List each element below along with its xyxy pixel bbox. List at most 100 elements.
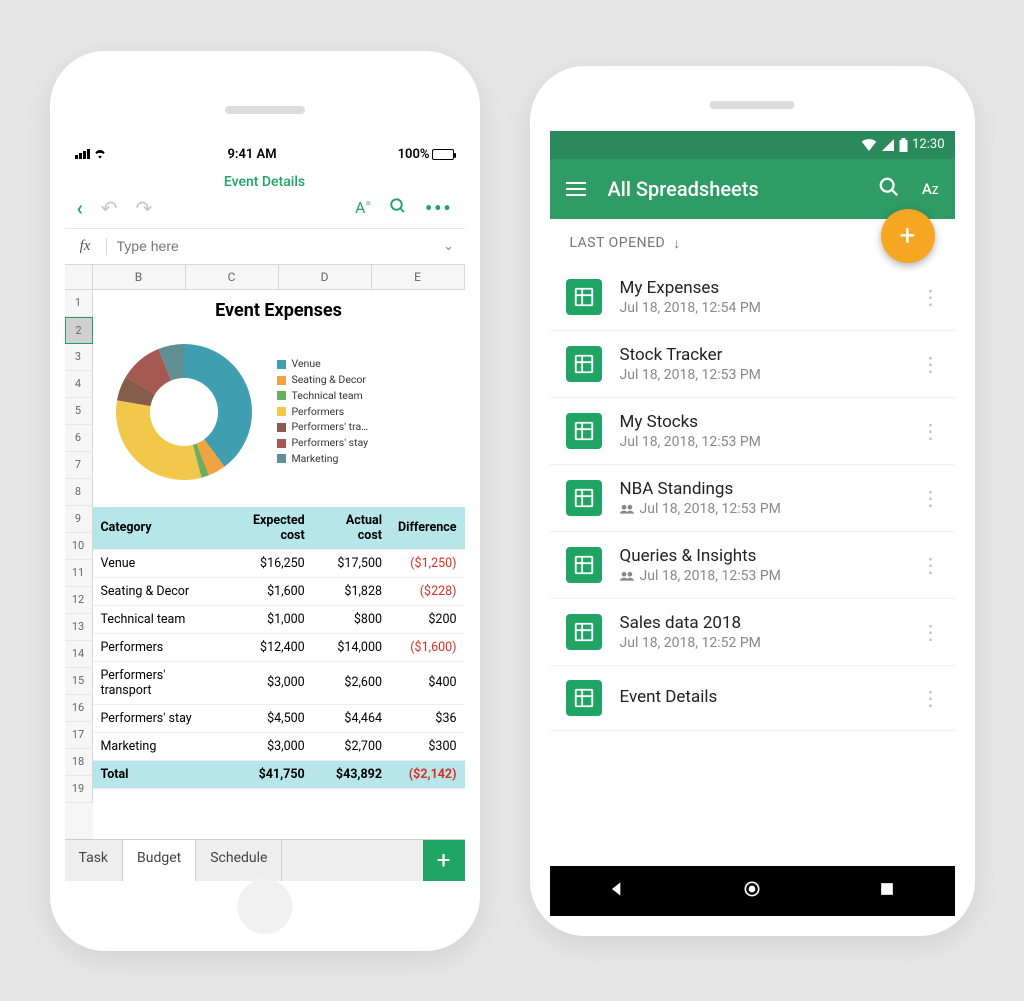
battery-pct: 100% <box>398 147 430 162</box>
battery-icon <box>432 149 454 160</box>
file-name: NBA Standings <box>620 479 903 499</box>
table-header: Difference <box>390 507 464 550</box>
file-list: My Expenses Jul 18, 2018, 12:54 PM ⋮ Sto… <box>550 264 955 866</box>
search-icon[interactable] <box>878 176 900 202</box>
android-navbar <box>550 866 955 916</box>
file-name: Sales data 2018 <box>620 613 903 633</box>
table-header: Actual cost <box>313 507 390 550</box>
file-name: Event Details <box>620 687 903 707</box>
sort-icon[interactable]: AZ <box>922 180 939 198</box>
row-header[interactable]: 3 <box>65 344 93 371</box>
more-vertical-icon[interactable]: ⋮ <box>921 419 939 443</box>
android-phone-frame: 12:30 All Spreadsheets AZ + LAST OPENED … <box>530 66 975 936</box>
chart-legend: VenueSeating & DecorTechnical teamPerfor… <box>277 356 369 466</box>
add-sheet-button[interactable]: + <box>423 840 465 881</box>
sheet-tab[interactable]: Schedule <box>196 840 282 881</box>
file-item[interactable]: Stock Tracker Jul 18, 2018, 12:53 PM ⋮ <box>550 331 955 398</box>
row-header[interactable]: 17 <box>65 722 93 749</box>
wifi-icon <box>93 149 107 159</box>
more-vertical-icon[interactable]: ⋮ <box>921 553 939 577</box>
formula-bar: fx ⌄ <box>65 229 465 265</box>
signal-icon <box>75 149 90 159</box>
col-e[interactable]: E <box>372 265 465 289</box>
home-button[interactable] <box>237 879 292 934</box>
row-header[interactable]: 15 <box>65 668 93 695</box>
back-icon[interactable]: ‹ <box>77 196 83 220</box>
legend-item: Seating & Decor <box>277 372 369 388</box>
table-row[interactable]: Marketing$3,000$2,700$300 <box>93 732 465 760</box>
row-header[interactable]: 18 <box>65 749 93 776</box>
row-header[interactable]: 13 <box>65 614 93 641</box>
more-vertical-icon[interactable]: ⋮ <box>921 486 939 510</box>
sheet-tab[interactable]: Budget <box>123 840 196 881</box>
file-item[interactable]: My Stocks Jul 18, 2018, 12:53 PM ⋮ <box>550 398 955 465</box>
nav-home-icon[interactable] <box>742 879 762 903</box>
spreadsheet-icon <box>566 480 602 516</box>
file-subtitle: Jul 18, 2018, 12:53 PM <box>620 568 903 584</box>
row-header[interactable]: 10 <box>65 533 93 560</box>
legend-item: Performers <box>277 404 369 420</box>
table-row[interactable]: Performers$12,400$14,000($1,600) <box>93 633 465 661</box>
nav-back-icon[interactable] <box>607 879 627 903</box>
file-name: My Expenses <box>620 278 903 298</box>
file-item[interactable]: Event Details ⋮ <box>550 666 955 731</box>
more-vertical-icon[interactable]: ⋮ <box>921 285 939 309</box>
row-header[interactable]: 7 <box>65 452 93 479</box>
more-icon[interactable]: ••• <box>425 196 453 220</box>
text-format-icon[interactable]: A= <box>355 198 371 217</box>
nav-recent-icon[interactable] <box>877 879 897 903</box>
file-item[interactable]: Sales data 2018 Jul 18, 2018, 12:52 PM ⋮ <box>550 599 955 666</box>
more-vertical-icon[interactable]: ⋮ <box>921 352 939 376</box>
row-header[interactable]: 6 <box>65 425 93 452</box>
spreadsheet-icon <box>566 680 602 716</box>
legend-item: Performers' stay <box>277 435 369 451</box>
legend-item: Venue <box>277 356 369 372</box>
row-header[interactable]: 12 <box>65 587 93 614</box>
col-d[interactable]: D <box>279 265 372 289</box>
table-row[interactable]: Technical team$1,000$800$200 <box>93 605 465 633</box>
col-c[interactable]: C <box>186 265 279 289</box>
file-subtitle: Jul 18, 2018, 12:52 PM <box>620 635 903 651</box>
spreadsheet-icon <box>566 346 602 382</box>
spreadsheet-icon <box>566 614 602 650</box>
add-fab[interactable]: + <box>881 209 935 263</box>
legend-item: Technical team <box>277 388 369 404</box>
row-header[interactable]: 14 <box>65 641 93 668</box>
row-header[interactable]: 19 <box>65 776 93 803</box>
ios-status-bar: 9:41 AM 100% <box>65 141 465 168</box>
row-header[interactable]: 4 <box>65 371 93 398</box>
table-row[interactable]: Venue$16,250$17,500($1,250) <box>93 549 465 577</box>
file-subtitle: Jul 18, 2018, 12:53 PM <box>620 434 903 450</box>
chevron-down-icon[interactable]: ⌄ <box>433 239 465 254</box>
appbar-title: All Spreadsheets <box>608 177 856 201</box>
android-appbar: All Spreadsheets AZ <box>550 159 955 219</box>
row-header[interactable]: 8 <box>65 479 93 506</box>
more-vertical-icon[interactable]: ⋮ <box>921 686 939 710</box>
sheet-tab[interactable]: Task <box>65 840 124 881</box>
row-header[interactable]: 16 <box>65 695 93 722</box>
row-header[interactable]: 1 <box>65 290 93 317</box>
undo-icon[interactable]: ↶ <box>101 196 118 220</box>
row-header[interactable]: 11 <box>65 560 93 587</box>
table-row[interactable]: Seating & Decor$1,600$1,828($228) <box>93 577 465 605</box>
more-vertical-icon[interactable]: ⋮ <box>921 620 939 644</box>
row-header[interactable]: 5 <box>65 398 93 425</box>
formula-input[interactable] <box>107 238 433 254</box>
row-header[interactable]: 2 <box>65 317 93 344</box>
file-item[interactable]: Queries & Insights Jul 18, 2018, 12:53 P… <box>550 532 955 599</box>
table-row[interactable]: Performers' stay$4,500$4,464$36 <box>93 704 465 732</box>
table-header: Category <box>93 507 221 550</box>
col-b[interactable]: B <box>93 265 186 289</box>
table-row[interactable]: Performers' transport$3,000$2,600$400 <box>93 661 465 704</box>
file-item[interactable]: NBA Standings Jul 18, 2018, 12:53 PM ⋮ <box>550 465 955 532</box>
file-name: Stock Tracker <box>620 345 903 365</box>
file-subtitle: Jul 18, 2018, 12:54 PM <box>620 300 903 316</box>
file-item[interactable]: My Expenses Jul 18, 2018, 12:54 PM ⋮ <box>550 264 955 331</box>
expense-table: CategoryExpected costActual costDifferen… <box>93 507 465 789</box>
search-icon[interactable] <box>389 196 407 220</box>
menu-icon[interactable] <box>566 182 586 196</box>
sheet-content[interactable]: Event Expenses VenueSeating & DecorTechn… <box>93 290 465 839</box>
redo-icon[interactable]: ↷ <box>136 196 153 220</box>
row-header[interactable]: 9 <box>65 506 93 533</box>
file-name: My Stocks <box>620 412 903 432</box>
